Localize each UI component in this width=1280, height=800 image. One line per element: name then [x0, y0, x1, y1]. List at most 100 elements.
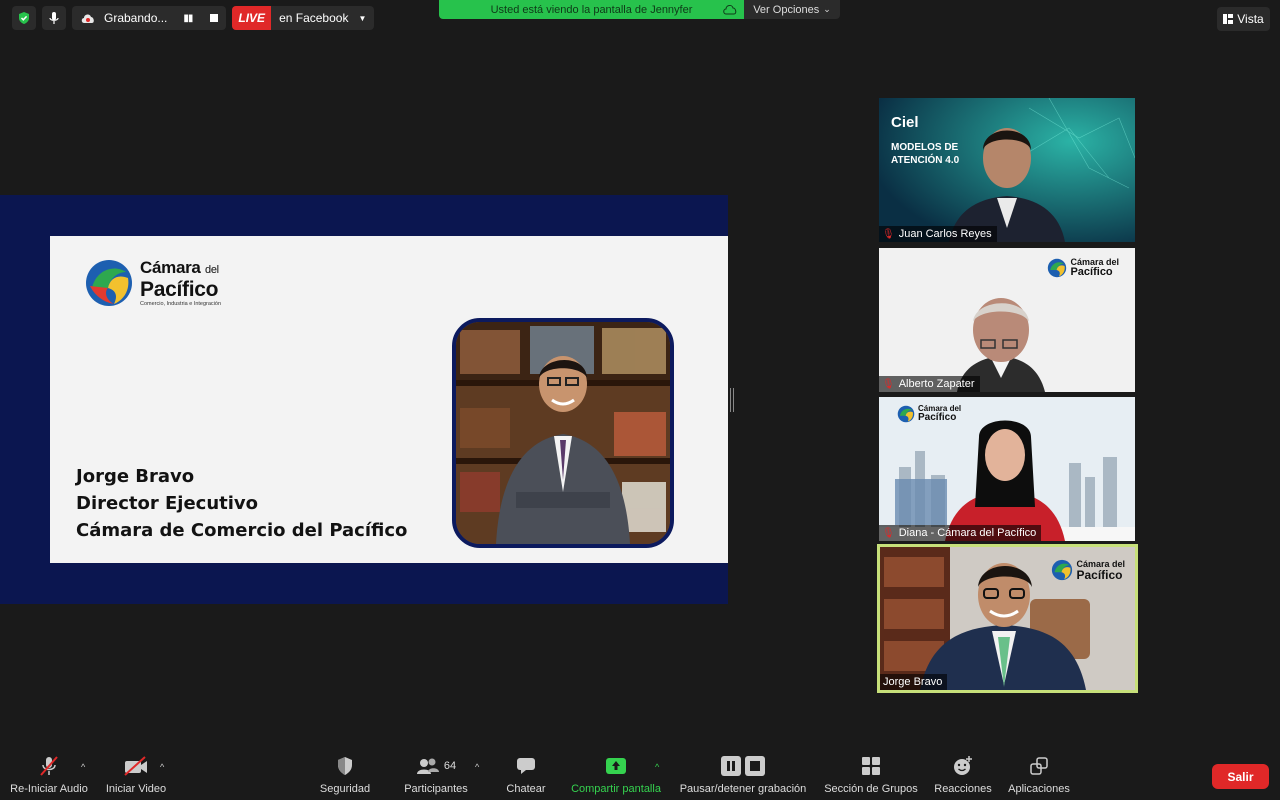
- muted-mic-icon: 🎙: [882, 527, 895, 539]
- zoom-meeting-window: Grabando... ▮▮ LIVE en Facebook ▼ Usted …: [0, 0, 1280, 800]
- muted-mic-icon: 🎙: [882, 228, 895, 240]
- pause-recording-icon[interactable]: ▮▮: [183, 13, 193, 24]
- participant-tile[interactable]: Cámara del Pacífico 🎙 Diana - Cámara del …: [879, 397, 1135, 541]
- audio-status-badge[interactable]: [42, 6, 66, 30]
- screen-share-banner: Usted está viendo la pantalla de Jennyfe…: [439, 0, 840, 19]
- share-screen-button[interactable]: Compartir pantalla: [566, 752, 666, 800]
- participant-name-tag: 🎙 Alberto Zapater: [879, 376, 980, 392]
- breakout-rooms-icon: [861, 755, 881, 777]
- grid-view-icon: [1223, 14, 1234, 24]
- globe-logo-icon: [86, 260, 132, 306]
- live-target-wrap: en Facebook ▼: [271, 11, 374, 25]
- globe-logo-icon: [1052, 559, 1073, 581]
- audio-button[interactable]: Re-Iniciar Audio: [8, 752, 90, 800]
- smiley-plus-icon: [952, 755, 974, 777]
- participant-name: Diana - Cámara del Pacífico: [898, 527, 1037, 539]
- pause-stop-recording-icon: [721, 755, 765, 777]
- share-banner-text: Usted está viendo la pantalla de Jennyfe…: [490, 3, 693, 16]
- security-button[interactable]: Seguridad: [315, 752, 375, 800]
- shield-check-icon: [19, 12, 29, 24]
- recording-indicator[interactable]: Grabando... ▮▮: [72, 6, 227, 30]
- security-label: Seguridad: [319, 783, 371, 795]
- view-button-label: Vista: [1237, 12, 1264, 26]
- live-target-label: en Facebook: [279, 11, 349, 25]
- breakout-rooms-button[interactable]: Sección de Grupos: [820, 752, 922, 800]
- ciel-brand-wrap: Ciel MODELOS DE ATENCIÓN 4.0: [891, 114, 959, 167]
- share-screen-label: Compartir pantalla: [571, 783, 661, 795]
- participant-tile-active-speaker[interactable]: Cámara del Pacífico Jorge Bravo: [877, 544, 1138, 693]
- logo-line1: Cámara: [140, 258, 201, 277]
- participant-name-tag: 🎙 Juan Carlos Reyes: [879, 226, 997, 242]
- view-options-label: Ver Opciones: [753, 3, 820, 16]
- shield-icon: [336, 755, 354, 777]
- reactions-label: Reacciones: [934, 783, 992, 795]
- recording-controls-button[interactable]: Pausar/detener grabación: [676, 752, 810, 800]
- share-options-caret-icon[interactable]: ^: [655, 762, 659, 772]
- participant-name: Jorge Bravo: [883, 676, 943, 688]
- logo-tagline: Comercio, Industria e Integración: [140, 301, 222, 307]
- participants-button[interactable]: 64 Participantes: [400, 752, 472, 800]
- bg-text-line1: MODELOS DE: [891, 142, 959, 153]
- cloud-icon: [723, 5, 737, 15]
- view-options-button[interactable]: Ver Opciones ⌄: [744, 0, 840, 19]
- logo-text: Cámara del Pacífico Comercio, Industria …: [140, 259, 221, 307]
- mini-logo-text: Cámara del Pacífico: [1076, 559, 1125, 582]
- participant-name: Alberto Zapater: [898, 378, 975, 390]
- chat-label: Chatear: [506, 783, 546, 795]
- meeting-toolbar: Re-Iniciar Audio ^ Iniciar Video ^ Segur…: [0, 752, 1280, 800]
- audio-options-caret-icon[interactable]: ^: [81, 762, 85, 772]
- apps-label: Aplicaciones: [1008, 783, 1070, 795]
- participant-name: Juan Carlos Reyes: [898, 228, 992, 240]
- speaker-name: Jorge Bravo: [76, 466, 195, 487]
- globe-logo-icon: [1048, 258, 1067, 278]
- leave-meeting-button[interactable]: Salir: [1212, 764, 1269, 789]
- security-shield-badge[interactable]: [12, 6, 36, 30]
- camara-pacifico-logo: Cámara del Pacífico Comercio, Industria …: [84, 258, 221, 308]
- mini-logo-text: Cámara del Pacífico: [1070, 258, 1119, 278]
- recording-label: Grabando...: [104, 11, 168, 25]
- participants-icon: 64: [416, 755, 456, 777]
- stop-recording-icon[interactable]: [210, 14, 219, 22]
- shared-screen: Cámara del Pacífico Comercio, Industria …: [0, 195, 728, 604]
- muted-microphone-icon: [38, 755, 60, 777]
- microphone-icon: [49, 12, 59, 24]
- participant-tile[interactable]: Ciel MODELOS DE ATENCIÓN 4.0 🎙 Juan Carl…: [879, 98, 1135, 242]
- mini-logo-l2: Pacífico: [918, 412, 957, 423]
- breakout-rooms-label: Sección de Grupos: [824, 783, 918, 795]
- bg-text-line2: ATENCIÓN 4.0: [891, 155, 960, 166]
- participant-tile[interactable]: Cámara del Pacífico 🎙 Alberto Zapater: [879, 248, 1135, 392]
- mini-logo-l2: Pacífico: [1070, 266, 1113, 278]
- speaker-info: Jorge Bravo Director Ejecutivo Cámara de…: [76, 463, 407, 544]
- audio-label: Re-Iniciar Audio: [10, 783, 88, 795]
- globe-logo-icon: [897, 405, 915, 423]
- panel-resize-handle[interactable]: [730, 388, 734, 412]
- share-screen-icon: [605, 755, 627, 777]
- view-button[interactable]: Vista: [1217, 7, 1270, 31]
- participants-options-caret-icon[interactable]: ^: [475, 762, 479, 772]
- speaker-role: Director Ejecutivo: [76, 493, 259, 514]
- top-left-controls: Grabando... ▮▮ LIVE en Facebook ▼: [12, 6, 375, 30]
- speaker-org: Cámara de Comercio del Pacífico: [76, 520, 408, 541]
- participant-name-tag: 🎙 Diana - Cámara del Pacífico: [879, 525, 1042, 541]
- caret-down-icon[interactable]: ▼: [358, 14, 366, 23]
- presentation-slide: Cámara del Pacífico Comercio, Industria …: [50, 236, 728, 563]
- apps-button[interactable]: Aplicaciones: [1004, 752, 1074, 800]
- apps-icon: [1030, 755, 1048, 777]
- speaker-photo: [452, 318, 674, 548]
- logo-line1-wrap: Cámara del: [140, 259, 221, 279]
- video-options-caret-icon[interactable]: ^: [160, 762, 164, 772]
- participant-name-tag: Jorge Bravo: [880, 674, 948, 690]
- logo-line2: Pacífico: [140, 278, 219, 301]
- live-stream-indicator[interactable]: LIVE en Facebook ▼: [232, 6, 375, 30]
- video-button[interactable]: Iniciar Video: [102, 752, 170, 800]
- logo-line1-small: del: [205, 264, 219, 276]
- speaker-photo-illustration: [456, 322, 670, 544]
- mini-logo-l2: Pacífico: [1076, 567, 1123, 582]
- reactions-button[interactable]: Reacciones: [930, 752, 996, 800]
- cloud-record-icon: [81, 14, 94, 23]
- recording-controls-label: Pausar/detener grabación: [679, 783, 807, 795]
- video-label: Iniciar Video: [105, 783, 167, 795]
- muted-mic-icon: 🎙: [882, 378, 895, 390]
- video-off-icon: [123, 755, 149, 777]
- chat-button[interactable]: Chatear: [500, 752, 552, 800]
